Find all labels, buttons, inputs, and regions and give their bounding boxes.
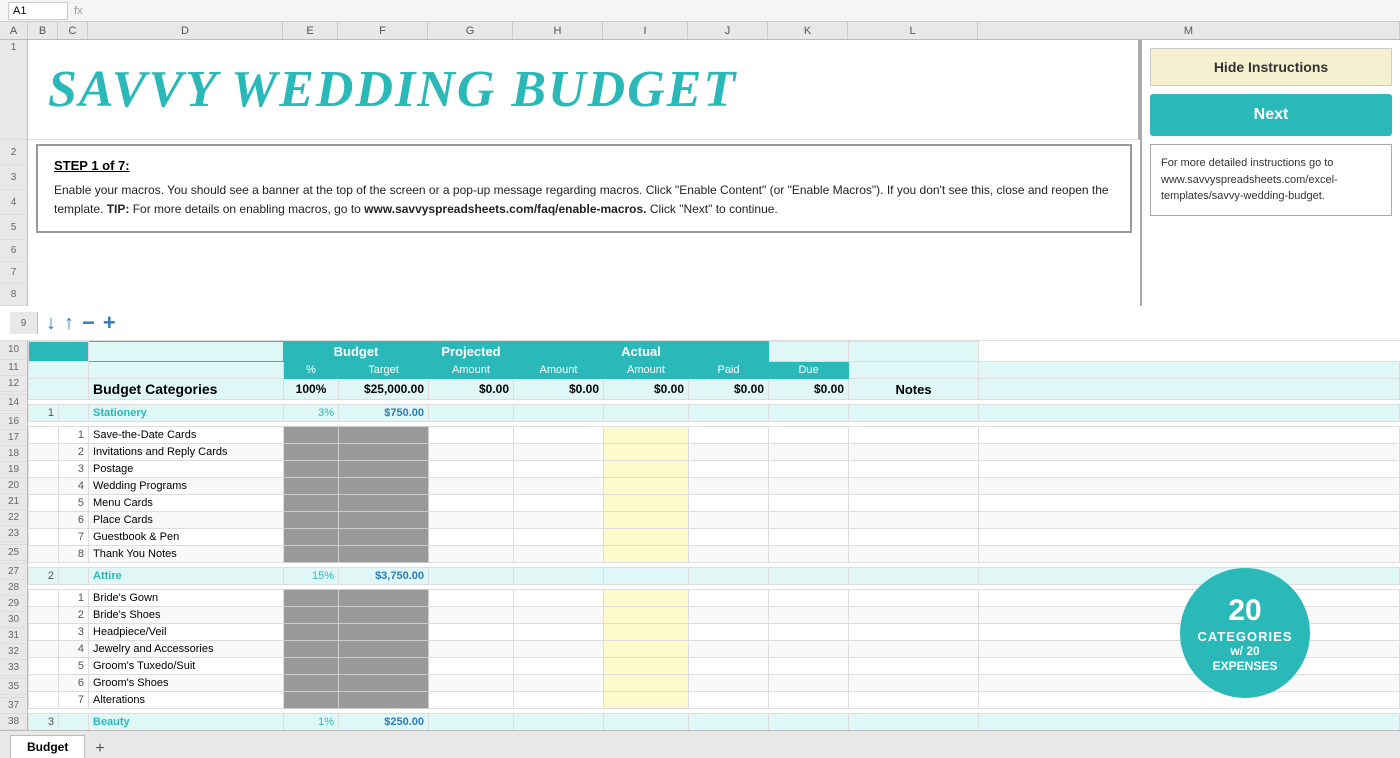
action-row: 9 ↓ ↑ − + bbox=[0, 306, 1400, 341]
move-up-button[interactable]: ↑ bbox=[64, 312, 74, 335]
item-row-place-cards: 6 Place Cards bbox=[29, 512, 1400, 529]
item-row-guestbook: 7 Guestbook & Pen bbox=[29, 529, 1400, 546]
col-header-h[interactable]: H bbox=[513, 22, 603, 39]
item-row-groom-shoes: 6 Groom's Shoes bbox=[29, 675, 1400, 692]
col-header-f[interactable]: F bbox=[338, 22, 428, 39]
instructions-box: STEP 1 of 7: Enable your macros. You sho… bbox=[36, 144, 1132, 233]
grid-area: 10 11 12 14 16 17 18 19 20 21 22 23 25 2… bbox=[0, 341, 1400, 730]
col-header-b[interactable]: B bbox=[28, 22, 58, 39]
totals-row: Budget Categories 100% $25,000.00 $0.00 … bbox=[29, 379, 1400, 400]
item-row-invitations: 2 Invitations and Reply Cards bbox=[29, 444, 1400, 461]
col-header-e[interactable]: E bbox=[283, 22, 338, 39]
header-row-sub: % Target Amount Amount Amount Paid Due bbox=[29, 362, 1400, 379]
item-row-alterations: 7 Alterations bbox=[29, 692, 1400, 709]
item-row-menu: 5 Menu Cards bbox=[29, 495, 1400, 512]
paid-header: Paid bbox=[689, 362, 769, 379]
totals-budget-amount: $0.00 bbox=[429, 379, 514, 400]
due-header: Due bbox=[769, 362, 849, 379]
totals-actual-amount: $0.00 bbox=[604, 379, 689, 400]
col-headers: A B C D E F G H I J K L M bbox=[0, 22, 1400, 40]
col-header-c[interactable]: C bbox=[58, 22, 88, 39]
totals-pct: 100% bbox=[284, 379, 339, 400]
row-numbers: 10 11 12 14 16 17 18 19 20 21 22 23 25 2… bbox=[0, 341, 28, 730]
item-row-postage: 3 Postage bbox=[29, 461, 1400, 478]
target-header: Target bbox=[339, 362, 429, 379]
name-box[interactable]: A1 bbox=[8, 2, 68, 20]
category-row-stationery: 1 Stationery 3% $750.00 bbox=[29, 405, 1400, 422]
budget-amount-header: Amount bbox=[429, 362, 514, 379]
app-title: SAVVY WEDDING BUDGET bbox=[48, 61, 737, 118]
col-header-j[interactable]: J bbox=[688, 22, 768, 39]
actual-header: Actual bbox=[514, 342, 769, 362]
totals-paid: $0.00 bbox=[689, 379, 769, 400]
badge-number: 20 bbox=[1228, 593, 1261, 629]
item-row-save-date: 1 Save-the-Date Cards bbox=[29, 427, 1400, 444]
add-sheet-button[interactable]: + bbox=[87, 740, 112, 758]
categories-badge: 20 CATEGORIES w/ 20 EXPENSES bbox=[1180, 568, 1310, 698]
formula-input[interactable] bbox=[89, 5, 1392, 17]
pct-header: % bbox=[284, 362, 339, 379]
category-row-attire: 2 Attire 15% $3,750.00 bbox=[29, 568, 1400, 585]
totals-target: $25,000.00 bbox=[339, 379, 429, 400]
notes-header: Notes bbox=[849, 379, 979, 400]
badge-categories: CATEGORIES bbox=[1198, 629, 1293, 645]
badge-with: w/ 20 bbox=[1230, 644, 1259, 658]
col-header-l[interactable]: L bbox=[848, 22, 978, 39]
category-row-beauty: 3 Beauty 1% $250.00 bbox=[29, 714, 1400, 731]
col-header-g[interactable]: G bbox=[428, 22, 513, 39]
totals-due: $0.00 bbox=[769, 379, 849, 400]
budget-header: Budget bbox=[284, 342, 429, 362]
instructions-body: Enable your macros. You should see a ban… bbox=[54, 181, 1114, 219]
item-row-programs: 4 Wedding Programs bbox=[29, 478, 1400, 495]
actual-amount-header: Amount bbox=[604, 362, 689, 379]
formula-divider: fx bbox=[74, 5, 83, 17]
detail-link: For more detailed instructions go to www… bbox=[1150, 144, 1392, 216]
totals-proj-amount: $0.00 bbox=[514, 379, 604, 400]
tab-bar: Budget + bbox=[0, 730, 1400, 758]
move-down-button[interactable]: ↓ bbox=[46, 312, 56, 335]
add-button[interactable]: + bbox=[103, 310, 116, 336]
header-row-main: Budget Projected Actual bbox=[29, 342, 1400, 362]
right-panel: Hide Instructions Next For more detailed… bbox=[1140, 40, 1400, 306]
col-header-k[interactable]: K bbox=[768, 22, 848, 39]
budget-tab[interactable]: Budget bbox=[10, 735, 85, 758]
step-title: STEP 1 of 7: bbox=[54, 158, 1114, 173]
item-row-thankyou: 8 Thank You Notes bbox=[29, 546, 1400, 563]
col-header-i[interactable]: I bbox=[603, 22, 688, 39]
badge-expenses: EXPENSES bbox=[1213, 659, 1278, 673]
remove-button[interactable]: − bbox=[82, 310, 95, 336]
col-header-m[interactable]: M bbox=[978, 22, 1400, 39]
projected-header: Projected bbox=[429, 342, 514, 362]
next-button[interactable]: Next bbox=[1150, 94, 1392, 136]
budget-categories-label: Budget Categories bbox=[89, 379, 284, 400]
col-header-d[interactable]: D bbox=[88, 22, 283, 39]
col-header-a[interactable]: A bbox=[0, 22, 28, 39]
hide-instructions-button[interactable]: Hide Instructions bbox=[1150, 48, 1392, 86]
proj-amount-header: Amount bbox=[514, 362, 604, 379]
